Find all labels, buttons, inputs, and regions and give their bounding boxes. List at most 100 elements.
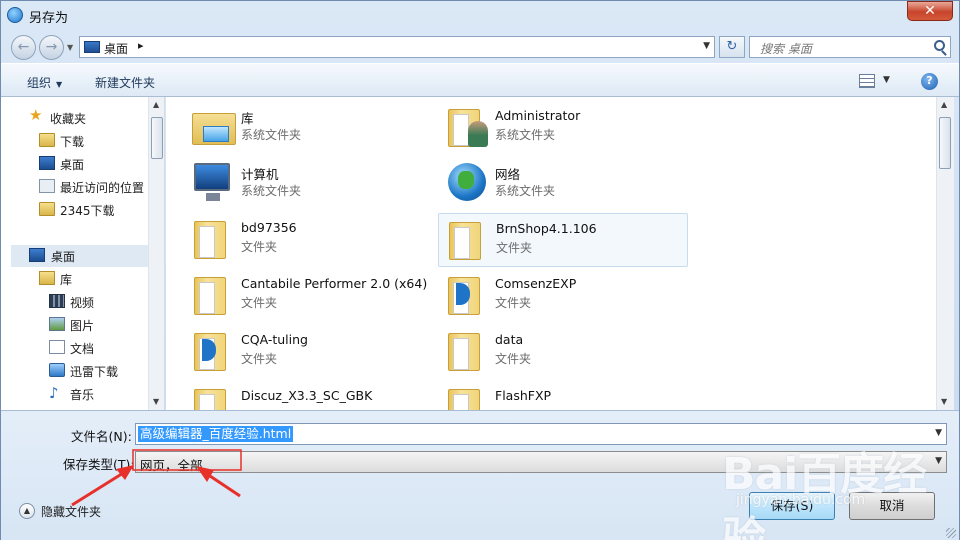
address-dropdown-icon[interactable]: ▼ xyxy=(703,41,710,51)
file-name: 库 xyxy=(241,111,254,126)
file-tile-flashfxp[interactable]: FlashFXP xyxy=(438,381,686,410)
sidebar-item-label: 下载 xyxy=(60,135,85,149)
favorites-star-icon: ★ xyxy=(29,106,43,124)
file-tile-administrator[interactable]: Administrator 系统文件夹 xyxy=(438,101,686,153)
sidebar-item-label: 桌面 xyxy=(60,158,85,172)
file-tile-cqa-tuling[interactable]: CQA-tuling 文件夹 xyxy=(184,325,432,377)
watermark-url: jingyan.baidu.com xyxy=(736,492,866,508)
desktop-icon xyxy=(39,156,55,170)
file-tile-brnshop[interactable]: BrnShop4.1.106 文件夹 xyxy=(438,213,688,267)
file-type: 系统文件夹 xyxy=(495,128,556,142)
file-name: ComsenzEXP xyxy=(495,276,577,291)
scroll-down-icon[interactable]: ▼ xyxy=(153,397,159,406)
file-name: 网络 xyxy=(495,167,521,182)
sidebar-item-2345-downloads[interactable]: 2345下载 xyxy=(39,199,164,221)
search-placeholder: 搜索 桌面 xyxy=(760,42,812,56)
folder-icon xyxy=(39,202,55,216)
forward-button[interactable]: → xyxy=(39,35,64,60)
organize-menu[interactable]: 组织 ▼ xyxy=(27,74,62,91)
file-type: 文件夹 xyxy=(495,352,532,366)
scrollbar-thumb[interactable] xyxy=(151,117,163,159)
search-input[interactable]: 搜索 桌面 xyxy=(749,36,951,58)
command-toolbar: 组织 ▼ 新建文件夹 ▼ ? xyxy=(1,63,959,97)
file-type: 文件夹 xyxy=(496,241,533,255)
network-globe-icon xyxy=(442,159,490,205)
navigation-bar: ← → ▼ 桌面 ▸ ▼ ↻ 搜索 桌面 xyxy=(1,31,959,63)
downloads-folder-icon xyxy=(39,133,55,147)
file-type: 文件夹 xyxy=(241,240,278,254)
sidebar-item-label: 文档 xyxy=(70,342,95,356)
recent-places-icon xyxy=(39,179,55,193)
title-bar: 另存为 ✕ xyxy=(1,1,959,31)
file-tile-network[interactable]: 网络 系统文件夹 xyxy=(438,157,686,209)
documents-library-icon xyxy=(49,340,65,354)
scroll-up-icon[interactable]: ▲ xyxy=(153,100,159,109)
sidebar-item-desktop-root[interactable]: 桌面 xyxy=(11,245,148,267)
organize-label: 组织 xyxy=(27,76,52,90)
file-tile-bd97356[interactable]: bd97356 文件夹 xyxy=(184,213,432,265)
change-view-icon[interactable] xyxy=(859,74,875,88)
folder-icon xyxy=(188,383,236,410)
sidebar-item-label: 2345下载 xyxy=(60,204,115,218)
address-bar[interactable]: 桌面 ▸ ▼ xyxy=(79,36,715,58)
close-button[interactable]: ✕ xyxy=(907,1,953,21)
file-name: BrnShop4.1.106 xyxy=(496,221,597,236)
filename-label: 文件名(N): xyxy=(71,429,132,444)
scrollbar-thumb[interactable] xyxy=(939,117,951,169)
hide-folders-label: 隐藏文件夹 xyxy=(41,505,102,519)
file-list-pane[interactable]: 库 系统文件夹 Administrator 系统文件夹 计算机 系统文件夹 网络… xyxy=(166,97,936,410)
collapse-up-icon: ▲ xyxy=(19,503,35,519)
search-icon[interactable] xyxy=(934,40,945,51)
file-name: bd97356 xyxy=(241,220,297,235)
file-name: data xyxy=(495,332,524,347)
video-library-icon xyxy=(49,294,65,308)
back-button[interactable]: ← xyxy=(11,35,36,60)
file-tile-comsenzexp[interactable]: ComsenzEXP 文件夹 xyxy=(438,269,686,321)
folder-icon xyxy=(442,383,490,410)
navigation-pane-scrollbar[interactable]: ▲ ▼ xyxy=(148,97,164,410)
file-name: 计算机 xyxy=(241,167,279,182)
file-tile-library[interactable]: 库 系统文件夹 xyxy=(184,101,432,153)
sidebar-item-libraries[interactable]: 库 xyxy=(39,268,164,290)
new-folder-button[interactable]: 新建文件夹 xyxy=(95,74,155,91)
file-name: Administrator xyxy=(495,108,581,123)
desktop-icon xyxy=(29,248,45,262)
library-icon xyxy=(188,103,236,149)
sidebar-item-recent-places[interactable]: 最近访问的位置 xyxy=(39,176,164,198)
breadcrumb-chevron-icon[interactable]: ▸ xyxy=(138,39,144,52)
desktop-icon xyxy=(84,41,100,53)
sidebar-item-downloads[interactable]: 下载 xyxy=(39,130,164,152)
file-name: Cantabile Performer 2.0 (x64) xyxy=(241,276,428,291)
filetype-value: 网页，全部 xyxy=(140,458,203,473)
folder-icon xyxy=(188,215,236,261)
sidebar-item-label: 图片 xyxy=(70,319,95,333)
file-tile-computer[interactable]: 计算机 系统文件夹 xyxy=(184,157,432,209)
address-location[interactable]: 桌面 xyxy=(104,40,128,57)
sidebar-item-label: 收藏夹 xyxy=(50,112,87,126)
file-tile-cantabile[interactable]: Cantabile Performer 2.0 (x64) 文件夹 xyxy=(184,269,432,321)
pictures-library-icon xyxy=(49,317,65,331)
file-list-scrollbar[interactable]: ▲ ▼ xyxy=(936,97,954,410)
sidebar-item-favorites[interactable]: ★ 收藏夹 xyxy=(29,106,164,129)
watermark-brand: Bai百度经验 xyxy=(722,449,927,540)
scroll-down-icon[interactable]: ▼ xyxy=(941,397,947,406)
file-tile-data[interactable]: data 文件夹 xyxy=(438,325,686,377)
view-options-dropdown-icon[interactable]: ▼ xyxy=(883,75,890,85)
filetype-label: 保存类型(T): xyxy=(63,457,135,472)
filename-history-dropdown-icon[interactable]: ▼ xyxy=(935,428,942,438)
user-folder-icon xyxy=(442,103,490,149)
recent-pages-dropdown-icon[interactable]: ▼ xyxy=(67,43,73,52)
refresh-button[interactable]: ↻ xyxy=(719,36,745,58)
sidebar-item-desktop[interactable]: 桌面 xyxy=(39,153,164,175)
filename-value[interactable]: 高级编辑器_百度经验.html xyxy=(138,426,294,442)
file-type: 系统文件夹 xyxy=(241,184,302,198)
xunlei-download-icon xyxy=(49,363,65,377)
scroll-up-icon[interactable]: ▲ xyxy=(941,100,947,109)
sidebar-item-label: 视频 xyxy=(70,296,95,310)
file-type: 系统文件夹 xyxy=(495,184,556,198)
file-type: 文件夹 xyxy=(495,296,532,310)
file-tile-discuz[interactable]: Discuz_X3.3_SC_GBK xyxy=(184,381,432,410)
help-icon[interactable]: ? xyxy=(921,73,938,90)
file-type: 文件夹 xyxy=(241,296,278,310)
navigation-pane[interactable]: ★ 收藏夹 下载 桌面 最近访问的位置 2345下载 桌面 库 视频 图片 文档… xyxy=(1,97,165,410)
